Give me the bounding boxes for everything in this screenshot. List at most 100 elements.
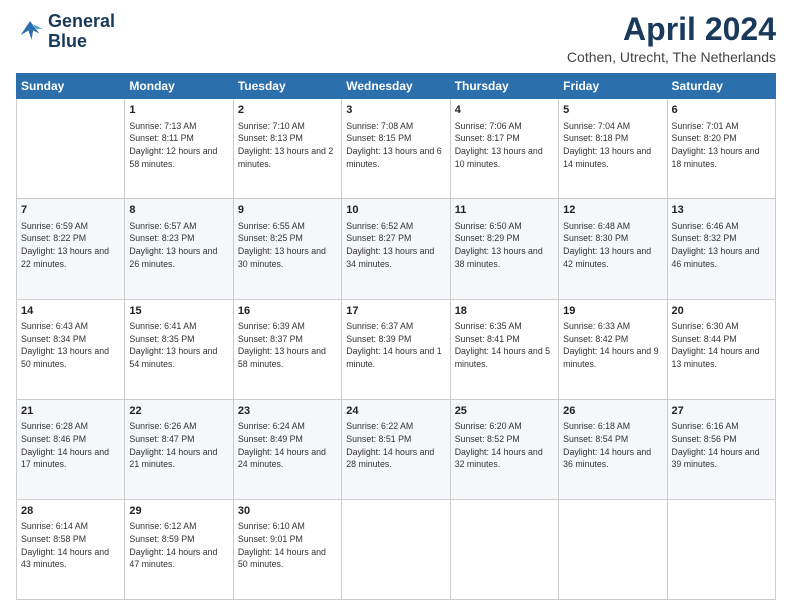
- table-row: 11 Sunrise: 6:50 AMSunset: 8:29 PMDayligh…: [450, 199, 558, 299]
- cell-content: Sunrise: 6:30 AMSunset: 8:44 PMDaylight:…: [672, 320, 771, 371]
- table-row: 20Sunrise: 6:30 AMSunset: 8:44 PMDayligh…: [667, 299, 775, 399]
- cell-content: Sunrise: 6:35 AMSunset: 8:41 PMDaylight:…: [455, 320, 554, 371]
- day-number: 26: [563, 404, 662, 419]
- cell-content: Sunrise: 7:01 AMSunset: 8:20 PMDaylight:…: [672, 120, 771, 171]
- main-title: April 2024: [567, 12, 776, 47]
- cell-content: Sunrise: 6:28 AMSunset: 8:46 PMDaylight:…: [21, 420, 120, 471]
- table-row: 21Sunrise: 6:28 AMSunset: 8:46 PMDayligh…: [17, 399, 125, 499]
- table-row: 28Sunrise: 6:14 AMSunset: 8:58 PMDayligh…: [17, 499, 125, 599]
- cell-content: Sunrise: 6:39 AMSunset: 8:37 PMDaylight:…: [238, 320, 337, 371]
- cell-content: Sunrise: 6:52 AMSunset: 8:27 PMDaylight:…: [346, 220, 445, 271]
- col-saturday: Saturday: [667, 74, 775, 99]
- day-number: 13: [672, 203, 771, 218]
- week-row-2: 14Sunrise: 6:43 AMSunset: 8:34 PMDayligh…: [17, 299, 776, 399]
- cell-content: Sunrise: 7:13 AMSunset: 8:11 PMDaylight:…: [129, 120, 228, 171]
- cell-content: Sunrise: 6:57 AMSunset: 8:23 PMDaylight:…: [129, 220, 228, 271]
- week-row-0: 1 Sunrise: 7:13 AMSunset: 8:11 PMDaylight…: [17, 99, 776, 199]
- day-number: 16: [238, 304, 337, 319]
- subtitle: Cothen, Utrecht, The Netherlands: [567, 49, 776, 65]
- day-number: 30: [238, 504, 337, 519]
- cell-content: Sunrise: 6:41 AMSunset: 8:35 PMDaylight:…: [129, 320, 228, 371]
- col-tuesday: Tuesday: [233, 74, 341, 99]
- cell-content: Sunrise: 7:04 AMSunset: 8:18 PMDaylight:…: [563, 120, 662, 171]
- day-number: 3: [346, 103, 445, 118]
- cell-content: Sunrise: 6:55 AMSunset: 8:25 PMDaylight:…: [238, 220, 337, 271]
- day-number: 14: [21, 304, 120, 319]
- day-number: 20: [672, 304, 771, 319]
- day-number: 28: [21, 504, 120, 519]
- cell-content: Sunrise: 6:20 AMSunset: 8:52 PMDaylight:…: [455, 420, 554, 471]
- logo: General Blue: [16, 12, 115, 52]
- table-row: 14Sunrise: 6:43 AMSunset: 8:34 PMDayligh…: [17, 299, 125, 399]
- cell-content: Sunrise: 7:10 AMSunset: 8:13 PMDaylight:…: [238, 120, 337, 171]
- day-number: 21: [21, 404, 120, 419]
- day-number: 4: [455, 103, 554, 118]
- day-number: 1: [129, 103, 228, 118]
- day-number: 11: [455, 203, 554, 218]
- day-number: 29: [129, 504, 228, 519]
- cell-content: Sunrise: 6:14 AMSunset: 8:58 PMDaylight:…: [21, 520, 120, 571]
- page: General Blue April 2024 Cothen, Utrecht,…: [0, 0, 792, 612]
- cell-content: Sunrise: 6:18 AMSunset: 8:54 PMDaylight:…: [563, 420, 662, 471]
- table-row: 25Sunrise: 6:20 AMSunset: 8:52 PMDayligh…: [450, 399, 558, 499]
- table-row: [17, 99, 125, 199]
- table-row: 6 Sunrise: 7:01 AMSunset: 8:20 PMDaylight…: [667, 99, 775, 199]
- cell-content: Sunrise: 6:37 AMSunset: 8:39 PMDaylight:…: [346, 320, 445, 371]
- day-number: 7: [21, 203, 120, 218]
- cell-content: Sunrise: 6:50 AMSunset: 8:29 PMDaylight:…: [455, 220, 554, 271]
- day-number: 6: [672, 103, 771, 118]
- table-row: 3Sunrise: 7:08 AMSunset: 8:15 PMDaylight…: [342, 99, 450, 199]
- col-friday: Friday: [559, 74, 667, 99]
- cell-content: Sunrise: 6:43 AMSunset: 8:34 PMDaylight:…: [21, 320, 120, 371]
- cell-content: Sunrise: 6:10 AMSunset: 9:01 PMDaylight:…: [238, 520, 337, 571]
- table-row: 26Sunrise: 6:18 AMSunset: 8:54 PMDayligh…: [559, 399, 667, 499]
- cell-content: Sunrise: 6:24 AMSunset: 8:49 PMDaylight:…: [238, 420, 337, 471]
- day-number: 15: [129, 304, 228, 319]
- day-number: 25: [455, 404, 554, 419]
- calendar-table: Sunday Monday Tuesday Wednesday Thursday…: [16, 73, 776, 600]
- table-row: 8 Sunrise: 6:57 AMSunset: 8:23 PMDaylight…: [125, 199, 233, 299]
- cell-content: Sunrise: 6:33 AMSunset: 8:42 PMDaylight:…: [563, 320, 662, 371]
- day-number: 24: [346, 404, 445, 419]
- day-number: 9: [238, 203, 337, 218]
- table-row: 29Sunrise: 6:12 AMSunset: 8:59 PMDayligh…: [125, 499, 233, 599]
- col-wednesday: Wednesday: [342, 74, 450, 99]
- table-row: 17Sunrise: 6:37 AMSunset: 8:39 PMDayligh…: [342, 299, 450, 399]
- table-row: 16Sunrise: 6:39 AMSunset: 8:37 PMDayligh…: [233, 299, 341, 399]
- table-row: 12 Sunrise: 6:48 AMSunset: 8:30 PMDayligh…: [559, 199, 667, 299]
- col-monday: Monday: [125, 74, 233, 99]
- day-number: 5: [563, 103, 662, 118]
- cell-content: Sunrise: 6:26 AMSunset: 8:47 PMDaylight:…: [129, 420, 228, 471]
- table-row: 13 Sunrise: 6:46 AMSunset: 8:32 PMDayligh…: [667, 199, 775, 299]
- table-row: 9 Sunrise: 6:55 AMSunset: 8:25 PMDaylight…: [233, 199, 341, 299]
- table-row: 22Sunrise: 6:26 AMSunset: 8:47 PMDayligh…: [125, 399, 233, 499]
- day-number: 27: [672, 404, 771, 419]
- day-number: 19: [563, 304, 662, 319]
- day-number: 8: [129, 203, 228, 218]
- table-row: 15Sunrise: 6:41 AMSunset: 8:35 PMDayligh…: [125, 299, 233, 399]
- table-row: 4Sunrise: 7:06 AMSunset: 8:17 PMDaylight…: [450, 99, 558, 199]
- table-row: [667, 499, 775, 599]
- table-row: 7 Sunrise: 6:59 AMSunset: 8:22 PMDaylight…: [17, 199, 125, 299]
- cell-content: Sunrise: 6:46 AMSunset: 8:32 PMDaylight:…: [672, 220, 771, 271]
- logo-text-line2: Blue: [48, 32, 115, 52]
- cell-content: Sunrise: 6:22 AMSunset: 8:51 PMDaylight:…: [346, 420, 445, 471]
- table-row: [450, 499, 558, 599]
- day-number: 12: [563, 203, 662, 218]
- table-row: 1 Sunrise: 7:13 AMSunset: 8:11 PMDaylight…: [125, 99, 233, 199]
- table-row: [342, 499, 450, 599]
- day-number: 22: [129, 404, 228, 419]
- table-row: 30Sunrise: 6:10 AMSunset: 9:01 PMDayligh…: [233, 499, 341, 599]
- cell-content: Sunrise: 6:59 AMSunset: 8:22 PMDaylight:…: [21, 220, 120, 271]
- table-row: [559, 499, 667, 599]
- day-number: 18: [455, 304, 554, 319]
- table-row: 18Sunrise: 6:35 AMSunset: 8:41 PMDayligh…: [450, 299, 558, 399]
- table-row: 24Sunrise: 6:22 AMSunset: 8:51 PMDayligh…: [342, 399, 450, 499]
- header: General Blue April 2024 Cothen, Utrecht,…: [16, 12, 776, 65]
- day-number: 10: [346, 203, 445, 218]
- header-row: Sunday Monday Tuesday Wednesday Thursday…: [17, 74, 776, 99]
- table-row: 27Sunrise: 6:16 AMSunset: 8:56 PMDayligh…: [667, 399, 775, 499]
- table-row: 5 Sunrise: 7:04 AMSunset: 8:18 PMDaylight…: [559, 99, 667, 199]
- cell-content: Sunrise: 6:48 AMSunset: 8:30 PMDaylight:…: [563, 220, 662, 271]
- table-row: 2Sunrise: 7:10 AMSunset: 8:13 PMDaylight…: [233, 99, 341, 199]
